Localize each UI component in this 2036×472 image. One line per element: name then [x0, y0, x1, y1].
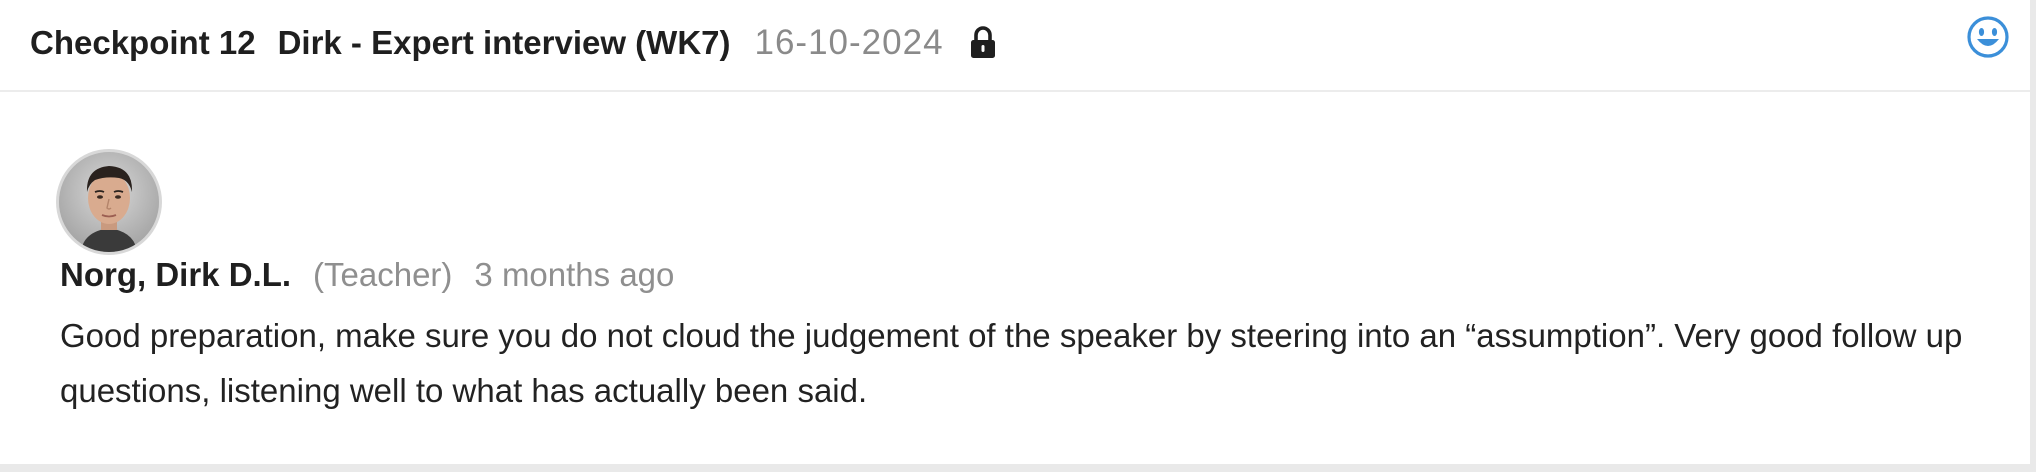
comment-author[interactable]: Norg, Dirk D.L.	[60, 256, 291, 294]
comment-timestamp: 3 months ago	[474, 256, 675, 293]
avatar[interactable]	[59, 152, 159, 252]
checkpoint-label: Checkpoint 12	[30, 24, 256, 61]
comment-role: (Teacher)	[313, 256, 453, 293]
checkpoint-name: Dirk - Expert interview (WK7)	[277, 24, 731, 61]
smiley-icon[interactable]	[1966, 15, 2010, 59]
checkpoint-card: Checkpoint 12 Dirk - Expert interview (W…	[0, 0, 2036, 472]
checkpoint-date: 16-10-2024	[754, 23, 944, 62]
comment-text: Good preparation, make sure you do not c…	[60, 317, 1963, 409]
comment-meta: Norg, Dirk D.L. (Teacher) 3 months ago	[60, 256, 674, 302]
checkpoint-title-row: Checkpoint 12 Dirk - Expert interview (W…	[30, 20, 998, 66]
checkpoint-header: Checkpoint 12 Dirk - Expert interview (W…	[0, 0, 2030, 92]
lock-icon	[968, 26, 998, 60]
